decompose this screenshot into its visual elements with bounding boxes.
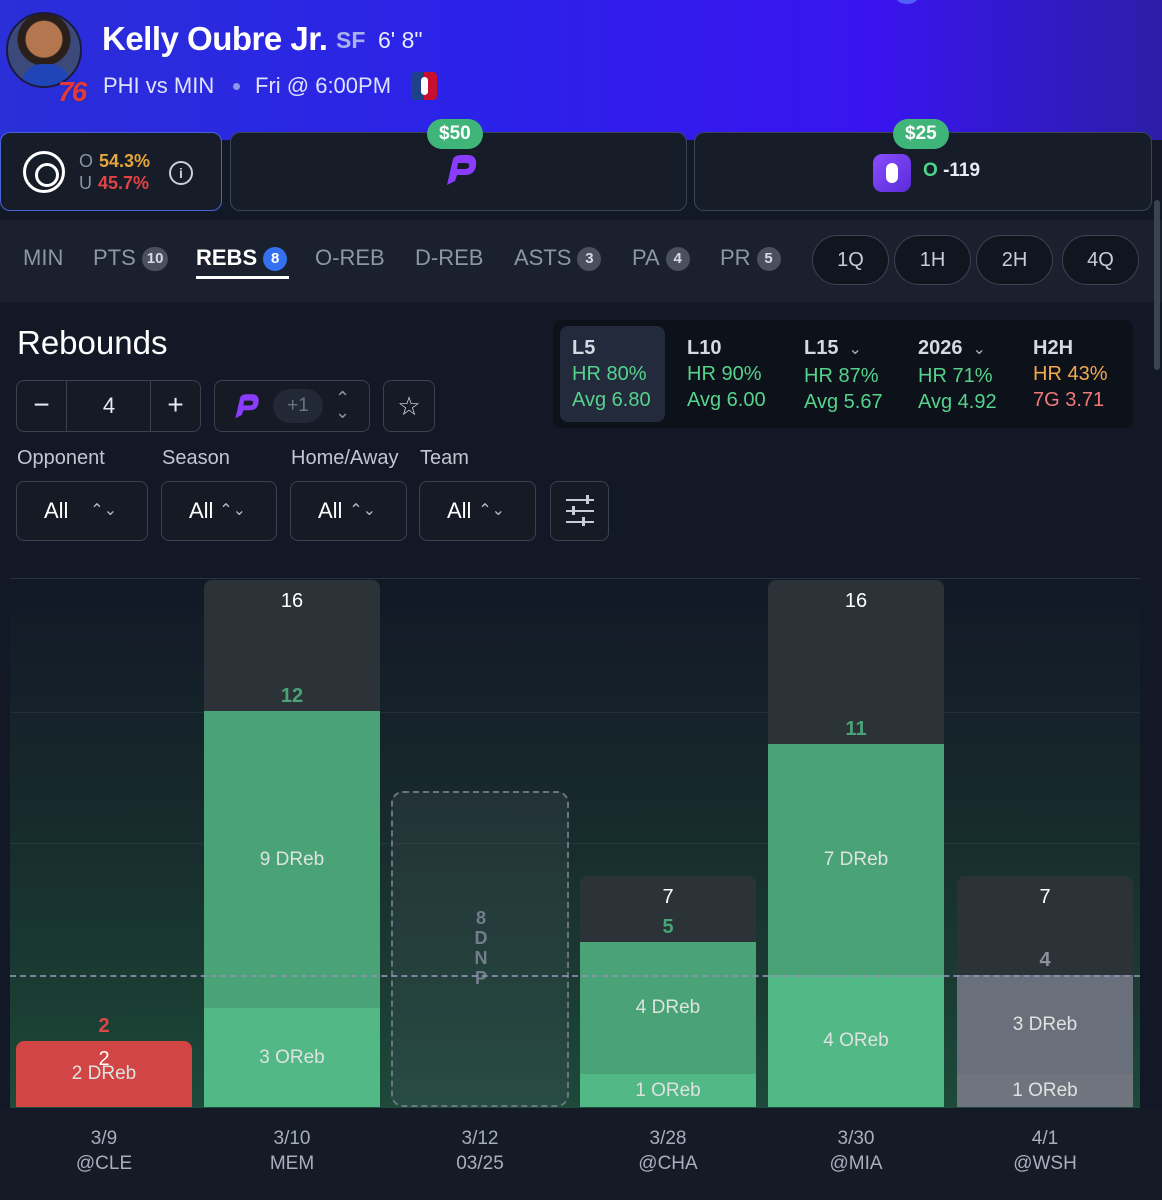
tab-pa[interactable]: PA 4 [632,245,690,271]
bar-segment-label: 3 OReb [259,1046,325,1068]
line-odds: O -119 [923,160,981,181]
bar-result-label: 11 [845,718,867,740]
prizepicks-card[interactable]: $50 [230,119,687,211]
tab-pts[interactable]: PTS 10 [93,245,169,271]
scrollbar[interactable] [1154,200,1160,370]
tab-count-badge: 4 [665,247,690,271]
header-indicator [896,0,918,4]
bar-segment-label: 4 DReb [635,997,701,1018]
chevron-updown-icon: ⌃⌄ [219,502,246,519]
bar-segment-label: 7 DReb [823,848,889,870]
price-badge: $25 [893,119,949,149]
star-icon[interactable]: ☆ [383,380,435,432]
season-select[interactable]: All ⌃⌄ [161,481,277,541]
filter-label-homeaway: Home/Away [291,447,399,469]
tab-count-badge: 10 [141,247,169,271]
bar-result-label: 2 [98,1015,110,1037]
tab-asts[interactable]: ASTS 3 [514,245,602,271]
active-tab-indicator [196,276,289,279]
boost-value: +1 [273,389,323,423]
game-time: Fri @ 6:00PM [255,73,392,98]
tab-rebs[interactable]: REBS 8 [196,245,288,271]
boost-selector[interactable]: +1 ⌃ ⌄ [214,380,370,432]
period-1q-button[interactable]: 1Q [812,235,889,285]
bar-result-label: 4 [1039,949,1051,971]
team-select[interactable]: All ⌃⌄ [419,481,536,541]
filter-label-season: Season [162,447,230,469]
x-tick-label: 3/30 @MIA [829,1128,883,1174]
matchup: PHI vs MIN [103,73,215,98]
chevron-updown-icon: ⌃⌄ [90,502,117,519]
sportsbook-icon [23,151,65,193]
chevron-updown-icon: ⌃⌄ [349,502,376,519]
opponent-select[interactable]: All ⌃⌄ [16,481,148,541]
prizepicks-icon [447,155,477,185]
prizepicks-icon [235,394,259,419]
player-position: SF [336,27,366,53]
player-name: Kelly Oubre Jr. [102,20,328,57]
summary-l5[interactable]: L5 HR 80% Avg 6.80 [572,335,651,413]
consensus-odds-card[interactable]: O 54.3% U 45.7% i [0,132,222,211]
sliders-icon[interactable] [550,481,609,541]
team-logo: 76 [58,76,87,107]
x-tick-label: 4/1 @WSH [1013,1128,1077,1174]
homeaway-select[interactable]: All ⌃⌄ [290,481,407,541]
summary-h2h[interactable]: H2H HR 43% 7G 3.71 [1033,335,1107,413]
bar-total-label: 7 [1039,886,1051,908]
player-header: 76 Kelly Oubre Jr. SF 6' 8" PHI vs MIN F… [0,0,1162,140]
bar-segment-label: 1 OReb [635,1079,701,1101]
info-icon[interactable]: i [169,161,193,185]
period-1h-button[interactable]: 1H [894,235,971,285]
tab-dreb[interactable]: D-REB [415,245,483,271]
tab-count-badge: 5 [756,247,781,271]
bar-total-label: 7 [662,886,674,908]
bar-segment-label: 9 DReb [259,848,325,870]
chevron-down-icon: ⌄ [972,341,986,358]
bar-result-label: 12 [280,685,304,707]
tab-oreb[interactable]: O-REB [315,245,385,271]
tab-pr[interactable]: PR 5 [720,245,781,271]
bar-result-label: 2 [98,1048,110,1070]
decrement-button[interactable]: − [17,381,67,431]
player-height: 6' 8" [378,27,423,53]
bar-segment-label: 3 DReb [1012,1013,1078,1035]
dabble-icon [873,154,911,192]
line-stepper: − 4 + [16,380,201,432]
tab-count-badge: 3 [577,247,602,271]
summary-season[interactable]: 2026 ⌄ HR 71% Avg 4.92 [918,335,997,415]
separator-dot [233,83,240,90]
prop-line [10,975,1140,977]
bar-total-label: 16 [844,590,868,612]
line-value[interactable]: 4 [69,381,149,431]
increment-button[interactable]: + [150,381,200,431]
x-tick-label: 3/10 MEM [269,1128,315,1174]
tab-count-badge: 8 [263,247,288,271]
bar-segment-label: 1 OReb [1012,1079,1078,1101]
chevron-down-icon: ⌄ [848,341,862,358]
over-percentage: O 54.3% [79,151,151,171]
chevron-updown-icon: ⌃⌄ [478,502,505,519]
x-tick-label: 3/9 @CLE [75,1128,133,1174]
under-percentage: U 45.7% [79,173,150,193]
bar-segment-label: 4 OReb [823,1030,889,1051]
grid-line [10,843,1140,844]
filter-label-team: Team [420,447,469,469]
period-4q-button[interactable]: 4Q [1062,235,1139,285]
grid-line [10,712,1140,713]
filter-label-opponent: Opponent [17,447,105,469]
bar-result-label: 5 [662,916,674,938]
tab-min[interactable]: MIN [23,245,63,271]
period-2h-button[interactable]: 2H [976,235,1053,285]
x-tick-label: 3/12 03/25 [456,1128,504,1174]
dabble-card[interactable]: $25 O -119 [694,119,1152,211]
chevron-updown-icon: ⌃⌄ [335,388,351,422]
summary-l10[interactable]: L10 HR 90% Avg 6.00 [687,335,766,413]
section-title: Rebounds [17,324,168,361]
price-badge: $50 [427,119,483,149]
bar-total-label: 16 [280,590,304,612]
summary-l15[interactable]: L15 ⌄ HR 87% Avg 5.67 [804,335,883,415]
x-tick-label: 3/28 @CHA [638,1128,698,1174]
league-icon [411,72,437,100]
